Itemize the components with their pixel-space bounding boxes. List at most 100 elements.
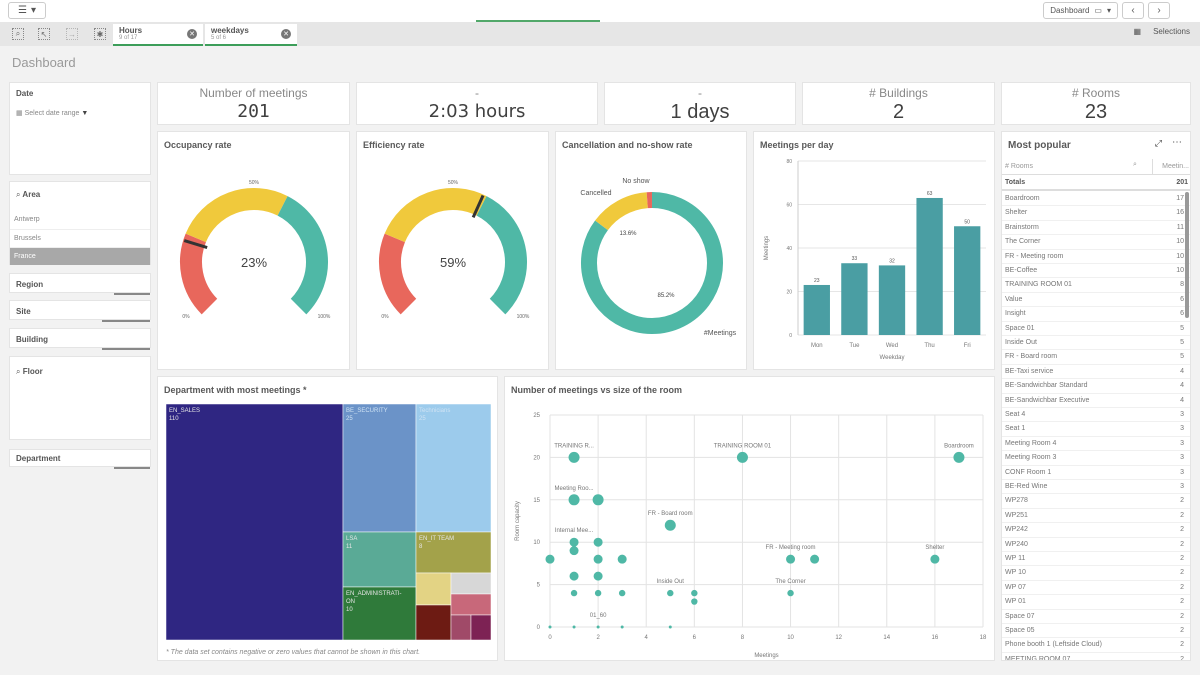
area-item[interactable]: Antwerp [10,211,150,229]
step-forward-icon[interactable]: → [66,28,78,40]
table-row[interactable]: Seat 1 3 [1002,422,1190,437]
room-name: Space 07 [1005,612,1035,620]
filter-scrollbar[interactable] [114,467,150,469]
meeting-count: 5 [1180,339,1184,346]
scatter-point [787,589,794,597]
table-row[interactable]: MEETING ROOM 07 2 [1002,653,1190,660]
table-row[interactable]: Meeting Room 4 3 [1002,437,1190,452]
table-row[interactable]: Insight 6 [1002,307,1190,322]
cancellation-panel[interactable]: Cancellation and no-show rate 85.2% 13.6%… [555,131,747,370]
table-row[interactable]: TRAINING ROOM 01 8 [1002,278,1190,293]
sheet-selector[interactable]: Dashboard ▭ ▾ [1043,2,1118,19]
table-row[interactable]: Shelter 16 [1002,206,1190,221]
more-options-icon[interactable]: ⋯ [1172,137,1182,148]
treemap-tile-label: BE_SECURITY [346,408,388,414]
treemap-tile-value: 110 [169,416,179,422]
x-tick-label: 2 [596,635,600,641]
most-popular-table[interactable]: Most popular ⤢ ⋯ # Rooms ⌕ Meetin... Tot… [1001,131,1191,661]
table-row[interactable]: Space 05 2 [1002,624,1190,639]
meeting-count: 6 [1180,310,1184,318]
table-row[interactable]: Seat 4 3 [1002,408,1190,423]
clear-chip-icon[interactable]: ✕ [187,29,197,39]
table-row[interactable]: FR - Board room 5 [1002,350,1190,365]
treemap-tile-value: 25 [419,416,426,422]
table-row[interactable]: WP 01 2 [1002,595,1190,610]
table-row[interactable]: FR - Meeting room 10 [1002,250,1190,264]
menu-button[interactable]: ☰ ▾ [8,2,46,19]
y-tick-label: 15 [533,498,540,504]
sort-column-header[interactable]: Meetin... [1162,163,1189,170]
table-row[interactable]: WP 07 2 [1002,581,1190,596]
table-row[interactable]: The Corner 10 [1002,235,1190,250]
scatter-point [593,537,603,547]
search-icon[interactable]: ⌕ [1133,161,1137,169]
table-row[interactable]: CONF Room 1 3 [1002,466,1190,480]
table-row[interactable]: Meeting Room 3 3 [1002,451,1190,466]
meeting-count: 2 [1180,511,1184,519]
table-row[interactable]: BE-Red Wine 3 [1002,480,1190,495]
expand-icon[interactable]: ⤢ [1155,138,1162,149]
gauge-mid-label: 50% [448,180,459,186]
department-filter[interactable]: Department [9,449,151,469]
room-name: TRAINING ROOM 01 [1005,281,1072,289]
table-scrollbar[interactable] [1185,192,1189,318]
donut-legend-label: #Meetings [704,330,737,337]
table-row[interactable]: Inside Out 5 [1002,336,1190,351]
scatter-point [568,451,580,463]
selections-button[interactable]: ▦ Selections [1134,27,1190,36]
department-treemap-panel[interactable]: Department with most meetings * EN_SALES… [157,376,498,661]
area-filter[interactable]: ⌕ Area Antwerp Brussels France [9,181,151,265]
scatter-point [548,625,552,629]
region-filter[interactable]: Region [9,273,151,295]
search-icon: ⌕ [16,190,21,199]
calendar-icon: ▦ [16,110,23,117]
clear-selections-icon[interactable]: ✱ [94,28,106,40]
table-row[interactable]: WP242 2 [1002,523,1190,538]
clear-chip-icon[interactable]: ✕ [281,29,291,39]
sheet-icon: ▭ [1094,6,1102,15]
site-filter[interactable]: Site [9,300,151,322]
table-row[interactable]: BE-Sandwichbar Executive 4 [1002,394,1190,408]
meeting-count: 3 [1180,483,1184,490]
prev-sheet-button[interactable]: ‹ [1122,2,1144,19]
selection-chip-hours[interactable]: Hours 9 of 17 ✕ [113,24,203,46]
table-row[interactable]: WP 10 2 [1002,566,1190,581]
y-tick-label: 40 [786,246,792,252]
y-tick-label: 10 [533,540,540,546]
date-filter[interactable]: Date ▦ Select date range ▼ [9,82,151,175]
next-sheet-button[interactable]: › [1148,2,1170,19]
meeting-count: 2 [1180,540,1184,548]
table-row[interactable]: Value 6 [1002,293,1190,308]
efficiency-gauge-panel[interactable]: Efficiency rate 59% 50% 0% 100% [356,131,549,370]
meetings-per-day-panel[interactable]: Meetings per day 0 20 40 60 80 23 Mon 33 Tue 32 We… [753,131,995,370]
step-back-icon[interactable]: ↖ [38,28,50,40]
smart-search-icon[interactable]: ⌕ [12,28,24,40]
table-row[interactable]: WP278 2 [1002,494,1190,509]
table-row[interactable]: BE-Coffee 10 [1002,264,1190,279]
table-row[interactable]: BE-Sandwichbar Standard 4 [1002,379,1190,394]
table-row[interactable]: Space 01 5 [1002,322,1190,336]
occupancy-gauge-panel[interactable]: Occupancy rate 23% 50% 0% 100% [157,131,350,370]
scatter-point-label: The Corner [775,579,805,585]
selection-chip-weekdays[interactable]: weekdays 5 of 6 ✕ [205,24,297,46]
table-row[interactable]: Boardroom 17 [1002,192,1190,207]
building-filter[interactable]: Building [9,328,151,350]
kpi-rooms: # Rooms 23 [1001,82,1191,125]
filter-scrollbar[interactable] [114,293,150,295]
scatter-panel[interactable]: Number of meetings vs size of the room 0… [504,376,995,661]
table-row[interactable]: Space 07 2 [1002,610,1190,624]
table-row[interactable]: Phone booth 1 (Leftside Cloud) 2 [1002,638,1190,653]
table-row[interactable]: WP 11 2 [1002,552,1190,567]
floor-filter[interactable]: ⌕ Floor [9,356,151,440]
filter-scrollbar[interactable] [102,348,150,350]
table-row[interactable]: BE-Taxi service 4 [1002,365,1190,380]
date-range-select[interactable]: ▦ Select date range ▼ [16,109,88,117]
area-item[interactable]: Brussels [10,229,150,247]
table-row[interactable]: WP251 2 [1002,509,1190,524]
treemap-tile-small [415,572,452,606]
scatter-point [953,451,965,463]
area-item-selected[interactable]: France [10,247,150,265]
table-row[interactable]: WP240 2 [1002,538,1190,552]
table-row[interactable]: Brainstorm 11 [1002,221,1190,236]
filter-scrollbar[interactable] [102,320,150,322]
